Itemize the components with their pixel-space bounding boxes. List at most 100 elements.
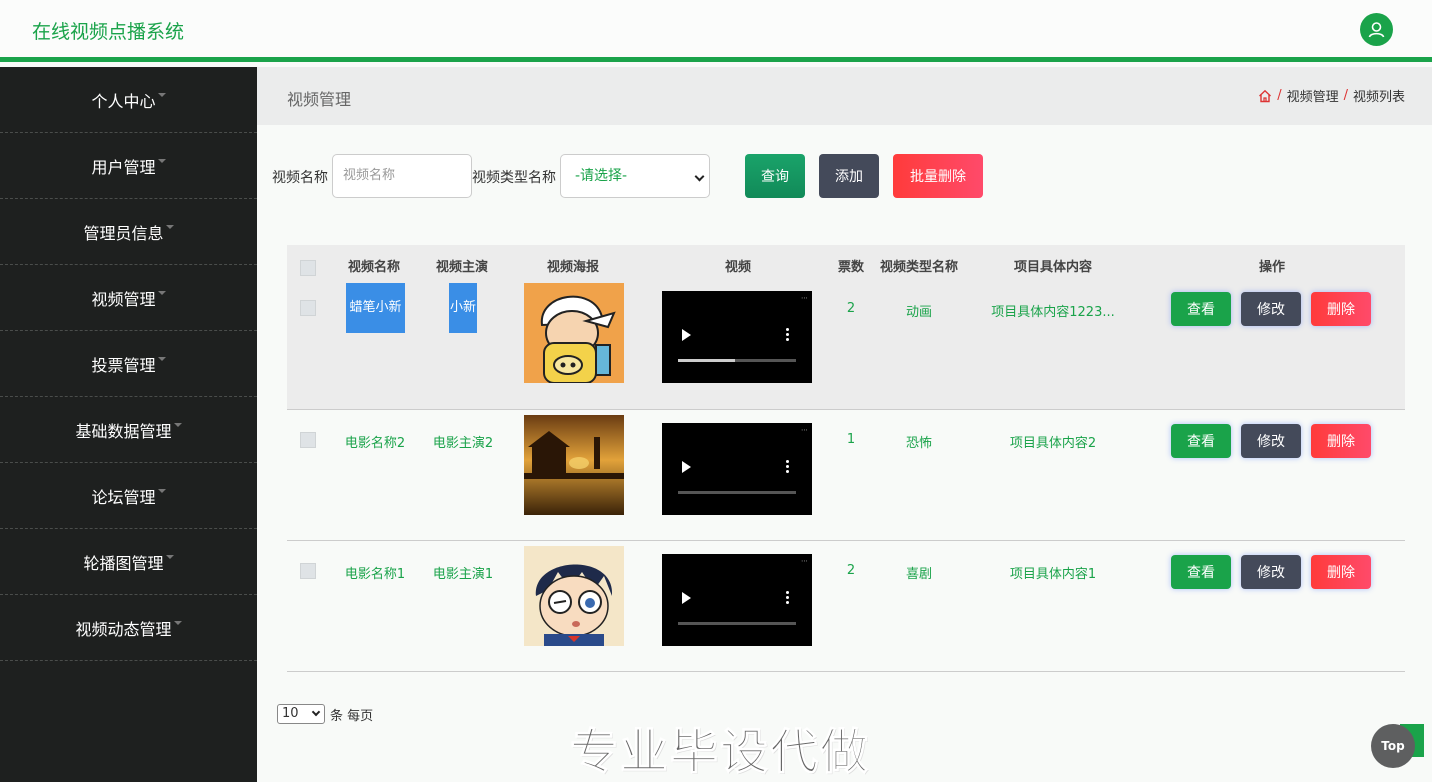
- sidebar-item-admin-info[interactable]: 管理员信息: [0, 199, 257, 265]
- sunset-tower-poster-icon: [524, 415, 624, 515]
- page-size-value: 10: [282, 706, 299, 721]
- user-avatar-button[interactable]: [1360, 13, 1393, 46]
- breadcrumb-separator: /: [1343, 88, 1348, 103]
- content-cell: 项目具体内容2: [1009, 436, 1097, 451]
- video-name-input[interactable]: 视频名称: [332, 154, 472, 198]
- video-watermark-icon: ⋯: [801, 294, 808, 302]
- video-player[interactable]: ⋯: [662, 423, 812, 515]
- row-checkbox[interactable]: [300, 563, 316, 579]
- sidebar-item-carousel[interactable]: 轮播图管理: [0, 529, 257, 595]
- video-actor-cell: 电影主演1: [432, 567, 494, 582]
- view-button[interactable]: 查看: [1171, 424, 1231, 458]
- video-poster-image: [524, 283, 624, 383]
- sidebar-item-label: 基础数据管理: [75, 421, 172, 441]
- chevron-down-icon: [694, 171, 705, 182]
- video-player[interactable]: ⋯: [662, 291, 812, 383]
- edit-button[interactable]: 修改: [1241, 292, 1301, 326]
- sidebar-item-forum[interactable]: 论坛管理: [0, 463, 257, 529]
- video-progress-fill: [678, 359, 735, 362]
- page-header-bar: 视频管理 / 视频管理 / 视频列表: [257, 67, 1432, 125]
- delete-button[interactable]: 删除: [1311, 424, 1371, 458]
- sidebar: 个人中心 用户管理 管理员信息 视频管理 投票管理 基础数据管理 论坛管理 轮播…: [0, 67, 257, 782]
- sidebar-item-label: 轮播图管理: [83, 553, 164, 573]
- main-content: 视频管理 / 视频管理 / 视频列表 视频名称 视频名称 视频类型名称 -请选择…: [257, 67, 1432, 782]
- more-options-icon[interactable]: [786, 591, 789, 605]
- view-button[interactable]: 查看: [1171, 555, 1231, 589]
- page-size-select[interactable]: 10: [277, 704, 325, 724]
- table-row: 电影名称1 电影主演1 ⋯ 2 喜剧 项目具体内容1 查看 修改 删除: [287, 541, 1405, 672]
- row-checkbox[interactable]: [300, 300, 316, 316]
- edit-button[interactable]: 修改: [1241, 424, 1301, 458]
- content-cell: 项目具体内容1: [1009, 567, 1097, 582]
- video-poster-image: [524, 415, 624, 515]
- caret-down-icon: [157, 488, 166, 493]
- video-type-select[interactable]: -请选择-: [560, 154, 710, 198]
- edit-button[interactable]: 修改: [1241, 555, 1301, 589]
- caret-down-icon: [165, 224, 174, 229]
- breadcrumb: / 视频管理 / 视频列表: [1258, 86, 1405, 105]
- sidebar-item-base-data[interactable]: 基础数据管理: [0, 397, 257, 463]
- add-button[interactable]: 添加: [819, 154, 879, 198]
- view-button[interactable]: 查看: [1171, 292, 1231, 326]
- sidebar-item-personal-center[interactable]: 个人中心: [0, 67, 257, 133]
- query-button[interactable]: 查询: [745, 154, 805, 198]
- sidebar-item-user-management[interactable]: 用户管理: [0, 133, 257, 199]
- sidebar-item-video-news[interactable]: 视频动态管理: [0, 595, 257, 661]
- sidebar-item-label: 视频动态管理: [75, 619, 172, 639]
- sidebar-item-label: 管理员信息: [83, 223, 164, 243]
- video-type-cell: 动画: [905, 305, 932, 320]
- app-title: 在线视频点播系统: [32, 21, 185, 43]
- sidebar-item-video-management[interactable]: 视频管理: [0, 265, 257, 331]
- video-progress-bar[interactable]: [678, 622, 796, 625]
- caret-down-icon: [157, 356, 166, 361]
- cartoon-boy-poster-icon: [524, 283, 624, 383]
- back-to-top-button[interactable]: Top: [1371, 724, 1415, 768]
- votes-cell: 1: [846, 432, 856, 447]
- more-options-icon[interactable]: [786, 460, 789, 474]
- top-header: 在线视频点播系统: [0, 0, 1432, 62]
- video-name-label: 视频名称: [272, 170, 328, 186]
- sidebar-item-label: 视频管理: [91, 289, 156, 309]
- table-row: 电影名称2 电影主演2 ⋯ 1 恐怖 项目具体内容2 查看 修改 删除: [287, 410, 1405, 541]
- sidebar-item-label: 个人中心: [91, 91, 156, 111]
- caret-down-icon: [173, 620, 182, 625]
- video-type-cell: 恐怖: [905, 436, 932, 451]
- video-watermark-icon: ⋯: [801, 426, 808, 434]
- video-table: 视频名称 视频主演 视频海报 视频 票数 视频类型名称 项目具体内容 操作 蜡笔…: [287, 245, 1405, 672]
- more-options-icon[interactable]: [786, 328, 789, 342]
- home-icon[interactable]: [1258, 89, 1272, 103]
- row-checkbox[interactable]: [300, 432, 316, 448]
- sidebar-item-label: 用户管理: [91, 157, 156, 177]
- video-watermark-icon: ⋯: [801, 557, 808, 565]
- video-progress-bar[interactable]: [678, 491, 796, 494]
- video-progress-bar[interactable]: [678, 359, 796, 362]
- votes-cell: 2: [846, 563, 856, 578]
- play-icon[interactable]: [682, 592, 691, 604]
- play-icon[interactable]: [682, 461, 691, 473]
- cartoon-detective-poster-icon: [524, 546, 624, 646]
- video-type-selected: -请选择-: [575, 168, 628, 184]
- play-icon[interactable]: [682, 329, 691, 341]
- video-actor-cell: 电影主演2: [432, 436, 494, 451]
- watermark-text: 专业毕设代做: [569, 724, 871, 781]
- batch-delete-button[interactable]: 批量删除: [893, 154, 983, 198]
- caret-down-icon: [157, 158, 166, 163]
- video-type-label: 视频类型名称: [472, 170, 556, 186]
- video-poster-image: [524, 546, 624, 646]
- sidebar-item-vote-management[interactable]: 投票管理: [0, 331, 257, 397]
- breadcrumb-item: 视频列表: [1352, 90, 1405, 105]
- video-name-cell: 蜡笔小新: [346, 283, 405, 333]
- caret-down-icon: [165, 554, 174, 559]
- votes-cell: 2: [846, 301, 856, 316]
- select-all-checkbox[interactable]: [300, 260, 316, 276]
- delete-button[interactable]: 删除: [1311, 292, 1371, 326]
- video-player[interactable]: ⋯: [662, 554, 812, 646]
- caret-down-icon: [157, 290, 166, 295]
- caret-down-icon: [173, 422, 182, 427]
- video-name-cell: 电影名称1: [344, 567, 406, 582]
- delete-button[interactable]: 删除: [1311, 555, 1371, 589]
- table-row: 蜡笔小新 小新 ⋯ 2 动画 项目具体内容1223... 查看 修改 删除: [287, 281, 1405, 410]
- content-cell: 项目具体内容1223...: [991, 305, 1115, 320]
- caret-down-icon: [157, 92, 166, 97]
- breadcrumb-item[interactable]: 视频管理: [1287, 86, 1339, 105]
